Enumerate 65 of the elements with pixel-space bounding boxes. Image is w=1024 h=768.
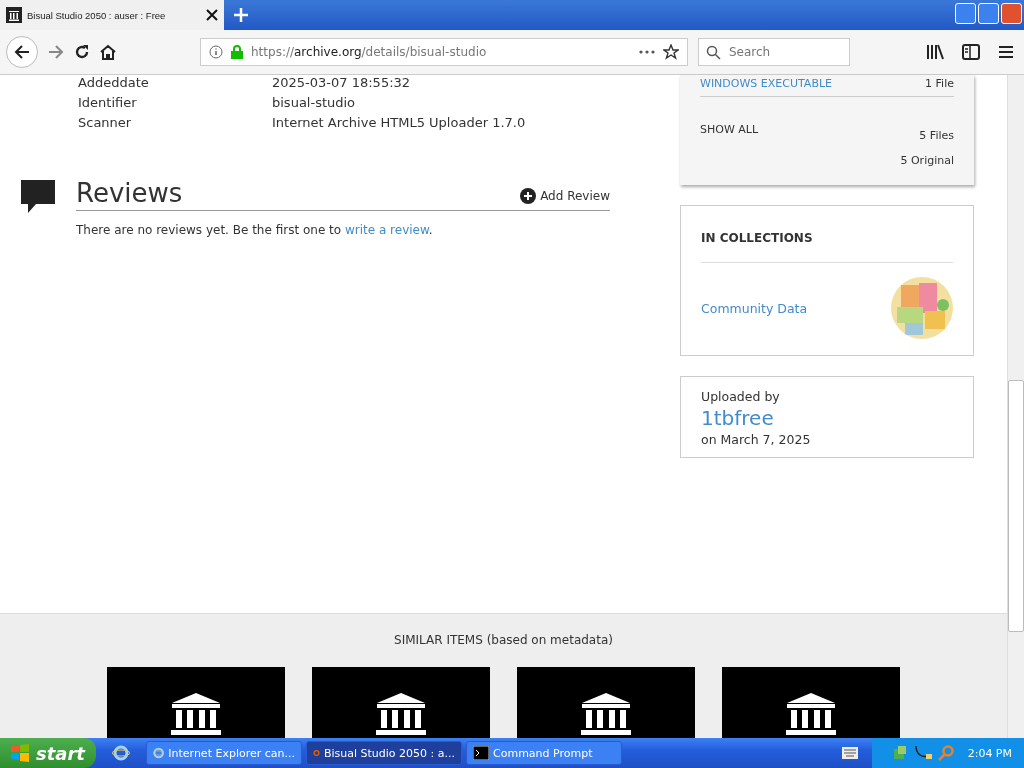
speech-bubble-icon [20, 178, 56, 214]
temple-icon [783, 693, 839, 735]
search-field[interactable]: Search [698, 38, 850, 66]
item-card[interactable] [517, 667, 695, 738]
file-format-link[interactable]: WINDOWS EXECUTABLE [700, 77, 833, 90]
item-card[interactable] [312, 667, 490, 738]
keyboard-icon[interactable] [841, 747, 858, 759]
temple-icon [168, 693, 224, 735]
back-arrow-icon [14, 45, 30, 59]
reload-icon[interactable] [74, 44, 90, 60]
terminal-icon [473, 746, 489, 760]
collections-heading: IN COLLECTIONS [701, 231, 813, 245]
star-icon[interactable] [663, 44, 679, 60]
start-button[interactable]: start [0, 738, 96, 768]
item-card[interactable] [722, 667, 900, 738]
no-reviews-text: There are no reviews yet. Be the first one to write a review. [76, 223, 434, 237]
uploader-link[interactable]: 1tbfree [701, 406, 953, 430]
forward-icon[interactable] [48, 45, 64, 59]
metadata-label: Scanner [78, 115, 133, 130]
plus-circle-icon [520, 188, 537, 204]
taskbar-button[interactable]: Command Prompt [466, 741, 622, 765]
home-icon[interactable] [100, 44, 116, 60]
minimize-button[interactable] [955, 3, 976, 24]
similar-items-heading: SIMILAR ITEMS (based on metadata) [394, 633, 613, 647]
uploaded-by-label: Uploaded by [701, 389, 781, 404]
upload-date: on March 7, 2025 [701, 432, 812, 447]
metadata-value: Internet Archive HTML5 Uploader 1.7.0 [272, 115, 527, 130]
temple-icon [373, 693, 429, 735]
search-icon [706, 45, 721, 60]
more-icon[interactable] [639, 50, 655, 54]
browser-tab[interactable]: Bisual Studio 2050 : auser : Free [0, 0, 224, 30]
info-icon[interactable] [209, 45, 223, 59]
taskbar-button[interactable]: Internet Explorer can... [146, 741, 302, 765]
taskbar-button[interactable]: Bisual Studio 2050 : a... [306, 741, 462, 765]
library-icon[interactable] [926, 44, 944, 60]
network-cable-icon[interactable] [913, 745, 932, 761]
browser-launch-icon[interactable] [112, 744, 130, 762]
scrollbar[interactable] [1007, 75, 1024, 738]
show-all-link[interactable]: SHOW ALL [700, 123, 759, 142]
add-review-button[interactable]: Add Review [520, 188, 610, 204]
menu-icon[interactable] [998, 45, 1014, 59]
files-total: 5 Files [919, 129, 954, 142]
globe-e-icon [153, 745, 165, 761]
temple-icon [578, 693, 634, 735]
reviews-heading: Reviews [76, 178, 183, 208]
address-bar[interactable]: https://archive.org/details/bisual-studio [200, 38, 688, 66]
back-button[interactable] [6, 36, 38, 68]
collection-link[interactable]: Community Data [701, 300, 808, 316]
temple-icon [6, 7, 22, 23]
metadata-label: Addeddate [78, 75, 150, 90]
restore-button[interactable] [978, 3, 999, 24]
item-card[interactable] [107, 667, 285, 738]
metadata-label: Identifier [78, 95, 138, 110]
close-icon[interactable] [206, 9, 218, 21]
write-review-link[interactable]: write a review [344, 223, 429, 237]
original-count: 5 Original [900, 154, 954, 167]
metadata-value: 2025-03-07 18:55:32 [272, 75, 412, 90]
file-count: 1 File [925, 77, 954, 90]
metadata-value: bisual-studio [272, 95, 357, 110]
sidebar-icon[interactable] [962, 44, 980, 60]
plus-icon[interactable] [232, 6, 250, 24]
close-button[interactable] [1001, 3, 1022, 24]
clock: 2:04 PM [967, 746, 1012, 760]
windows-flag-icon [10, 744, 30, 762]
padlock-icon [231, 45, 243, 59]
